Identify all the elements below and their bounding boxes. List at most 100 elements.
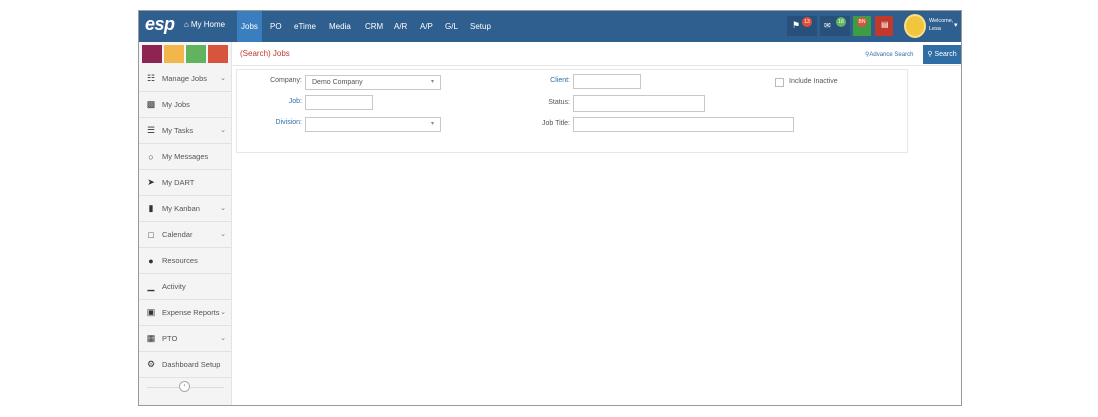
avatar[interactable] xyxy=(904,14,926,38)
users-icon: ● xyxy=(148,255,154,266)
search-button[interactable]: ⚲ Search xyxy=(923,45,961,64)
welcome-text: Welcome, Lesa xyxy=(929,17,953,33)
folder-open-icon: ▩ xyxy=(146,99,156,109)
sidebar-item-my-jobs[interactable]: ▩ My Jobs xyxy=(139,92,231,118)
chevron-down-icon: ⌄ xyxy=(220,309,226,316)
division-label: Division: xyxy=(275,119,302,126)
nav-jobs[interactable]: Jobs xyxy=(237,11,262,42)
sidebar-item-resources[interactable]: ● Resources xyxy=(139,248,231,274)
sidebar-item-my-dart[interactable]: ➤ My DART xyxy=(139,170,231,196)
color-swatches xyxy=(139,42,231,66)
include-inactive-checkbox[interactable] xyxy=(775,78,784,87)
advance-search-link[interactable]: ⚲Advance Search xyxy=(865,51,913,58)
gears-icon: ⚙ xyxy=(146,359,156,369)
swatch-orange[interactable] xyxy=(164,45,184,63)
money-icon: ▣ xyxy=(146,307,156,317)
status-label: Status: xyxy=(548,99,570,106)
nav-ap[interactable]: A/P xyxy=(420,11,433,42)
page-title: (Search) Jobs xyxy=(240,49,290,58)
collapse-sidebar-icon[interactable]: ‹ xyxy=(179,381,190,392)
job-label: Job: xyxy=(288,98,302,105)
chevron-down-icon: ▾ xyxy=(430,79,434,85)
sidebar: ☷ Manage Jobs ⌄ ▩ My Jobs ☰ My Tasks ⌄ ○… xyxy=(139,42,232,405)
advance-search-label: Advance Search xyxy=(869,52,914,58)
nav-my-home[interactable]: ⌂ My Home xyxy=(184,20,225,29)
chevron-down-icon: ⌄ xyxy=(220,127,226,134)
sidebar-item-expense-reports[interactable]: ▣ Expense Reports ⌄ xyxy=(139,300,231,326)
job-title-input[interactable] xyxy=(573,117,794,132)
messages-count-badge: 18 xyxy=(836,17,846,27)
job-title-label: Job Title: xyxy=(541,120,570,127)
nav-etime[interactable]: eTime xyxy=(294,11,316,42)
sidebar-item-activity[interactable]: ▁ Activity xyxy=(139,274,231,300)
brand-logo[interactable]: esp xyxy=(145,14,175,35)
bar-chart-icon: ▁ xyxy=(147,281,155,291)
sidebar-item-label: My Tasks xyxy=(162,126,194,135)
sidebar-item-my-messages[interactable]: ○ My Messages xyxy=(139,144,231,170)
envelope-icon: ✉ xyxy=(824,21,831,30)
sitemap-icon: ☷ xyxy=(146,73,156,83)
swatch-purple[interactable] xyxy=(142,45,162,63)
search-icon: ⚲ xyxy=(927,51,933,58)
welcome-user-name: Lesa xyxy=(929,26,941,32)
sidebar-item-dashboard-setup[interactable]: ⚙ Dashboard Setup xyxy=(139,352,231,378)
sidebar-item-label: Expense Reports xyxy=(162,308,220,317)
sidebar-item-label: Manage Jobs xyxy=(162,74,208,83)
swatch-green[interactable] xyxy=(186,45,206,63)
document-button[interactable]: ▤ xyxy=(875,16,893,36)
welcome-line-1: Welcome, xyxy=(929,18,954,24)
sidebar-item-label: My Messages xyxy=(162,152,209,161)
nav-setup[interactable]: Setup xyxy=(470,11,491,42)
chevron-down-icon: ⌄ xyxy=(220,205,226,212)
sidebar-item-label: PTO xyxy=(162,334,178,343)
swatch-red[interactable] xyxy=(208,45,228,63)
alerts-count-badge: 13 xyxy=(802,17,812,27)
bell-icon: ⚑ xyxy=(792,20,801,30)
sidebar-item-label: My Kanban xyxy=(162,204,200,213)
page-header: (Search) Jobs ⚲Advance Search ⚲ Search xyxy=(233,42,961,66)
sidebar-item-my-kanban[interactable]: ▮ My Kanban ⌄ xyxy=(139,196,231,222)
include-inactive-label: Include Inactive xyxy=(789,78,838,85)
app-window: esp ⌂ My Home Jobs PO eTime Media CRM A/R… xyxy=(138,10,962,406)
company-label: Company: xyxy=(270,77,302,84)
job-input[interactable] xyxy=(305,95,373,110)
chevron-down-icon: ⌄ xyxy=(220,75,226,82)
nav-my-home-label: My Home xyxy=(190,20,226,29)
sidebar-item-my-tasks[interactable]: ☰ My Tasks ⌄ xyxy=(139,118,231,144)
nav-media[interactable]: Media xyxy=(329,11,351,42)
sidebar-item-label: Resources xyxy=(162,256,198,265)
search-form-panel: Company: Demo Company ▾ Job: Division: ▾… xyxy=(236,69,908,153)
kanban-icon: ▮ xyxy=(148,203,154,213)
chat-icon: ○ xyxy=(148,151,154,162)
tasks-icon: ☰ xyxy=(146,125,156,135)
user-menu-caret-icon[interactable]: ▾ xyxy=(954,21,958,29)
nav-gl[interactable]: G/L xyxy=(445,11,458,42)
nav-ar[interactable]: A/R xyxy=(394,11,407,42)
company-select[interactable]: Demo Company ▾ xyxy=(305,75,441,90)
chevron-down-icon: ⌄ xyxy=(220,335,226,342)
calendar-icon: □ xyxy=(148,229,154,240)
client-input[interactable] xyxy=(573,74,641,89)
dart-icon: ➤ xyxy=(147,177,155,187)
division-select[interactable]: ▾ xyxy=(305,117,441,132)
sidebar-item-label: Calendar xyxy=(162,230,193,239)
top-navbar: esp ⌂ My Home Jobs PO eTime Media CRM A/R… xyxy=(139,11,961,42)
status-input[interactable] xyxy=(573,95,705,112)
sidebar-item-label: My DART xyxy=(162,178,195,187)
sidebar-item-manage-jobs[interactable]: ☷ Manage Jobs ⌄ xyxy=(139,66,231,92)
nav-po[interactable]: PO xyxy=(270,11,282,42)
sidebar-item-pto[interactable]: ▦ PTO ⌄ xyxy=(139,326,231,352)
main-content: (Search) Jobs ⚲Advance Search ⚲ Search C… xyxy=(233,42,961,405)
company-select-value: Demo Company xyxy=(312,79,363,86)
user-initials-badge: BN xyxy=(857,17,867,27)
home-icon: ⌂ xyxy=(184,20,189,29)
chevron-down-icon: ▾ xyxy=(430,121,434,127)
nav-crm[interactable]: CRM xyxy=(365,11,383,42)
calendar-grid-icon: ▦ xyxy=(146,333,156,343)
sidebar-item-label: My Jobs xyxy=(162,100,190,109)
document-icon: ▤ xyxy=(881,20,889,29)
search-button-label: Search xyxy=(934,51,957,58)
sidebar-item-label: Activity xyxy=(162,282,186,291)
client-label: Client: xyxy=(550,77,570,84)
sidebar-item-calendar[interactable]: □ Calendar ⌄ xyxy=(139,222,231,248)
